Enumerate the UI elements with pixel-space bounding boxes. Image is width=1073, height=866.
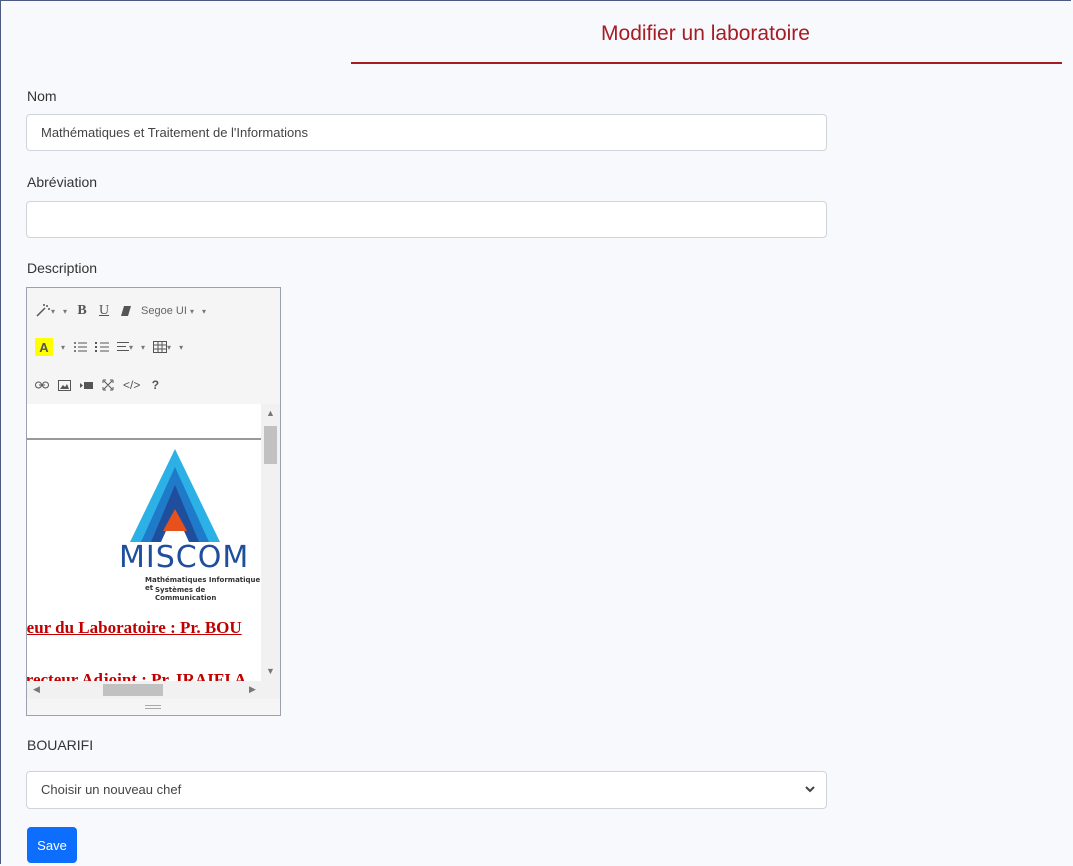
- save-button[interactable]: Save: [27, 827, 77, 863]
- picture-icon[interactable]: [57, 376, 71, 394]
- director-line: teur du Laboratoire : Pr. BOU: [27, 618, 242, 637]
- horizontal-scroll-thumb[interactable]: [103, 684, 163, 696]
- bold-button[interactable]: B: [75, 302, 89, 320]
- font-family-select[interactable]: Segoe UI ▾: [141, 305, 194, 317]
- fullscreen-icon[interactable]: [101, 376, 115, 394]
- editor-resize-bar[interactable]: [27, 699, 280, 715]
- chef-label: BOUARIFI: [27, 737, 94, 753]
- editor-content[interactable]: MISCOM Mathématiques Informatique et Sys…: [27, 404, 261, 681]
- miscom-logo-image: [130, 449, 220, 542]
- deputy-director-line: irecteur Adjoint : Pr. IRAIFI A: [27, 670, 247, 681]
- font-size-dropdown-icon[interactable]: ▾: [202, 307, 206, 316]
- style-dropdown-icon[interactable]: ▾: [63, 307, 67, 316]
- table-icon[interactable]: ▾: [153, 338, 171, 356]
- paragraph-dropdown-icon[interactable]: ▾: [141, 343, 145, 352]
- color-dropdown-icon[interactable]: ▾: [61, 343, 65, 352]
- unordered-list-icon[interactable]: [73, 338, 88, 356]
- description-label: Description: [27, 260, 98, 276]
- vertical-scroll-thumb[interactable]: [264, 426, 277, 464]
- align-icon[interactable]: ▾: [117, 338, 133, 356]
- help-button[interactable]: ?: [148, 376, 162, 394]
- logo-subtitle-2: Systèmes de Communication: [155, 586, 217, 602]
- abreviation-input[interactable]: [26, 201, 827, 238]
- nom-label: Nom: [27, 88, 57, 104]
- video-icon[interactable]: [79, 376, 93, 394]
- description-editor: ▾ ▾ B U Segoe UI ▾ ▾ A ▾ ▾ ▾ ▾ ▾ </> ? M…: [26, 287, 281, 716]
- logo-text: MISCOM: [119, 540, 250, 575]
- horizontal-scrollbar[interactable]: ◀ ▶: [27, 681, 280, 699]
- ordered-list-icon[interactable]: [95, 338, 110, 356]
- chef-select[interactable]: Choisir un nouveau chef: [26, 771, 827, 809]
- horizontal-rule: [27, 438, 261, 440]
- font-color-icon[interactable]: A: [35, 338, 53, 356]
- nom-input[interactable]: Mathématiques et Traitement de l'Informa…: [26, 114, 827, 151]
- resize-grip-icon[interactable]: [145, 705, 161, 709]
- editor-toolbar: ▾ ▾ B U Segoe UI ▾ ▾ A ▾ ▾ ▾ ▾ ▾ </> ?: [27, 288, 280, 404]
- toolbar-row-3: </> ?: [35, 374, 162, 396]
- toolbar-row-1: ▾ ▾ B U Segoe UI ▾ ▾: [35, 300, 206, 322]
- scroll-left-icon[interactable]: ◀: [33, 684, 40, 695]
- page-title: Modifier un laboratoire: [601, 22, 810, 45]
- scroll-down-icon[interactable]: ▼: [266, 666, 275, 676]
- table-dropdown-icon[interactable]: ▾: [179, 343, 183, 352]
- chevron-down-icon: [804, 772, 816, 821]
- chef-select-value: Choisir un nouveau chef: [41, 782, 182, 797]
- eraser-icon[interactable]: [119, 302, 133, 320]
- abreviation-label: Abréviation: [27, 174, 98, 190]
- style-magic-icon[interactable]: ▾: [35, 302, 55, 320]
- title-underline: [351, 62, 1062, 64]
- scroll-up-icon[interactable]: ▲: [266, 408, 275, 418]
- vertical-scrollbar[interactable]: ▲ ▼: [261, 404, 280, 681]
- code-view-button[interactable]: </>: [123, 376, 140, 394]
- scroll-right-icon[interactable]: ▶: [249, 684, 256, 695]
- toolbar-row-2: A ▾ ▾ ▾ ▾ ▾: [35, 336, 183, 358]
- link-icon[interactable]: [35, 376, 49, 394]
- underline-button[interactable]: U: [97, 302, 111, 320]
